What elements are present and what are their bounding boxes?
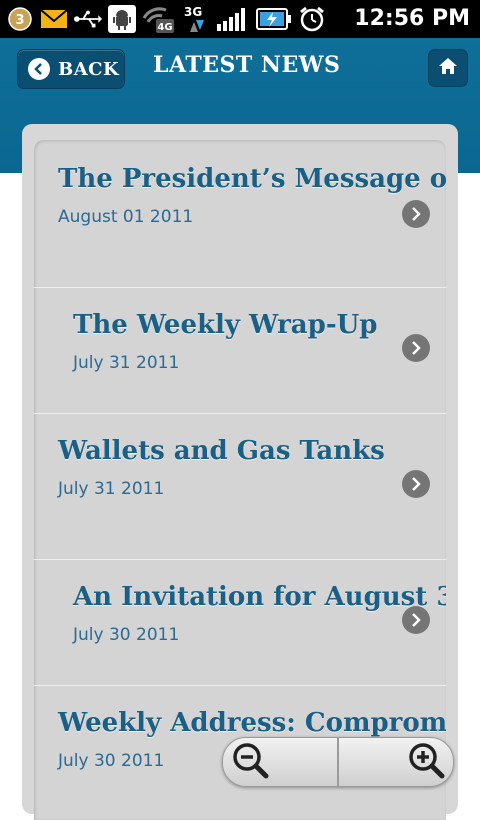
home-button[interactable] bbox=[428, 49, 468, 87]
news-item-date: July 31 2011 bbox=[58, 479, 165, 499]
notification-badge-icon: 3 bbox=[6, 5, 34, 33]
chevron-right-icon[interactable] bbox=[402, 200, 430, 228]
status-bar: 3 4G 3G 12:56 PM bbox=[0, 0, 480, 38]
back-button[interactable]: BACK bbox=[17, 49, 125, 89]
usb-icon bbox=[74, 5, 102, 33]
news-item-title: An Invitation for August 3 bbox=[73, 582, 446, 612]
alarm-icon bbox=[298, 5, 326, 33]
status-icons: 3 4G 3G bbox=[0, 0, 326, 38]
news-item-title: Weekly Address: Compromi bbox=[58, 708, 446, 738]
battery-charging-icon bbox=[256, 5, 292, 33]
home-icon bbox=[438, 57, 458, 79]
zoom-in-icon bbox=[407, 741, 445, 783]
network-4g-label: 4G bbox=[157, 22, 172, 33]
chevron-right-icon[interactable] bbox=[402, 470, 430, 498]
zoom-in-button[interactable] bbox=[339, 738, 453, 786]
status-time: 12:56 PM bbox=[354, 6, 470, 31]
zoom-out-icon bbox=[231, 741, 269, 783]
zoom-controls bbox=[222, 737, 454, 787]
data-3g-icon: 3G bbox=[182, 5, 210, 33]
news-item-date: July 31 2011 bbox=[73, 353, 180, 373]
news-item[interactable]: An Invitation for August 3 July 30 2011 bbox=[34, 560, 446, 686]
news-item-date: July 30 2011 bbox=[58, 751, 165, 771]
mail-icon bbox=[40, 5, 68, 33]
wifi-4g-icon: 4G bbox=[142, 5, 176, 33]
news-item[interactable]: The President’s Message on August 01 201… bbox=[34, 140, 446, 288]
news-item-title: The Weekly Wrap-Up bbox=[73, 310, 378, 340]
network-3g-label: 3G bbox=[184, 5, 202, 19]
back-label: BACK bbox=[58, 58, 120, 80]
signal-icon bbox=[216, 5, 250, 33]
news-item[interactable]: Wallets and Gas Tanks July 31 2011 bbox=[34, 414, 446, 560]
news-item[interactable]: The Weekly Wrap-Up July 31 2011 bbox=[34, 288, 446, 414]
news-item-title: The President’s Message on bbox=[58, 164, 446, 194]
page-title: LATEST NEWS bbox=[153, 52, 341, 78]
news-item-title: Wallets and Gas Tanks bbox=[58, 436, 385, 466]
android-debug-icon bbox=[108, 5, 136, 33]
news-item-date: August 01 2011 bbox=[58, 207, 194, 227]
news-item-date: July 30 2011 bbox=[73, 625, 180, 645]
notification-count: 3 bbox=[15, 13, 24, 28]
back-chevron-icon bbox=[28, 58, 50, 80]
news-list: The President’s Message on August 01 201… bbox=[34, 140, 446, 820]
zoom-out-button[interactable] bbox=[223, 738, 337, 786]
chevron-right-icon[interactable] bbox=[402, 334, 430, 362]
chevron-right-icon[interactable] bbox=[402, 606, 430, 634]
